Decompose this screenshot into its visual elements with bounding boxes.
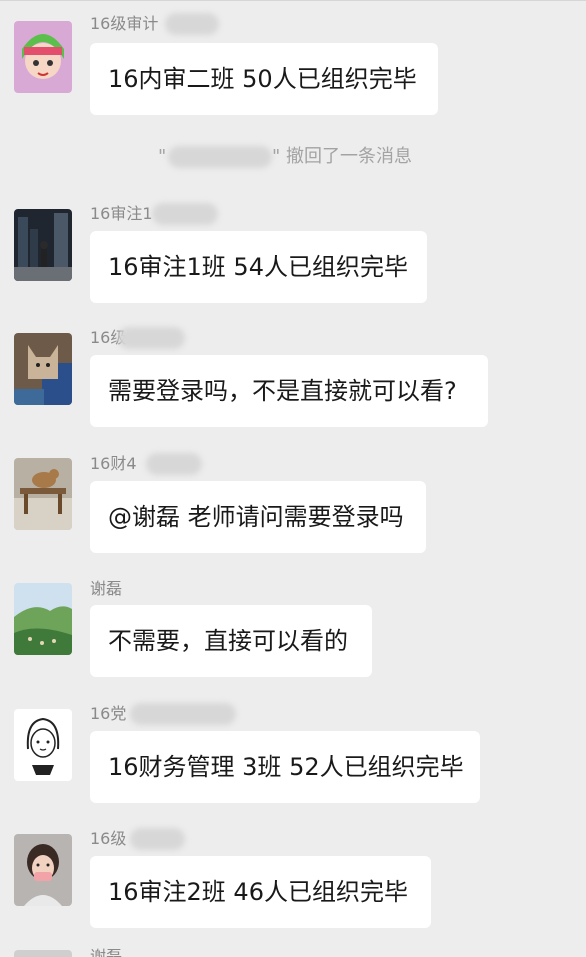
- partial-avatar[interactable]: [14, 950, 72, 957]
- partial-sender-name: 谢磊: [90, 947, 123, 957]
- recall-quote: ": [158, 146, 167, 167]
- sender-name: 16财4: [90, 454, 137, 473]
- sender-name: 谢磊: [90, 579, 123, 598]
- sketch-girl-avatar[interactable]: [14, 709, 72, 781]
- recall-notice: " " 撤回了一条消息: [0, 143, 586, 171]
- recall-text: " 撤回了一条消息: [272, 146, 413, 167]
- redaction-blur: [152, 203, 218, 225]
- masked-girl-avatar[interactable]: [14, 834, 72, 906]
- message-bubble[interactable]: 16内审二班 50人已组织完毕: [90, 43, 438, 115]
- cartoon-girl-avatar[interactable]: [14, 21, 72, 93]
- redaction-blur: [118, 327, 185, 349]
- redaction-blur: [168, 146, 272, 168]
- top-divider: [0, 0, 586, 1]
- message-bubble[interactable]: 16审注2班 46人已组织完毕: [90, 856, 431, 928]
- cat-photo-avatar[interactable]: [14, 333, 72, 405]
- sender-name: 16党: [90, 704, 127, 723]
- city-street-avatar[interactable]: [14, 209, 72, 281]
- message-bubble[interactable]: @谢磊 老师请问需要登录吗: [90, 481, 426, 553]
- redaction-blur: [165, 13, 219, 35]
- dog-bench-avatar[interactable]: [14, 458, 72, 530]
- redaction-blur: [130, 828, 185, 850]
- sender-name: 16级审计: [90, 14, 159, 33]
- redaction-blur: [130, 703, 236, 725]
- sender-name: 16审注1: [90, 204, 153, 223]
- message-bubble[interactable]: 16审注1班 54人已组织完毕: [90, 231, 427, 303]
- landscape-avatar[interactable]: [14, 583, 72, 655]
- message-bubble[interactable]: 不需要，直接可以看的: [90, 605, 372, 677]
- message-bubble[interactable]: 需要登录吗，不是直接就可以看?: [90, 355, 488, 427]
- chat-window: 16级审计 16内审二班 50人已组织完毕 " " 撤回了一条消息 16审注1 …: [0, 0, 586, 957]
- message-bubble[interactable]: 16财务管理 3班 52人已组织完毕: [90, 731, 480, 803]
- redaction-blur: [146, 453, 202, 475]
- sender-name: 16级: [90, 829, 127, 848]
